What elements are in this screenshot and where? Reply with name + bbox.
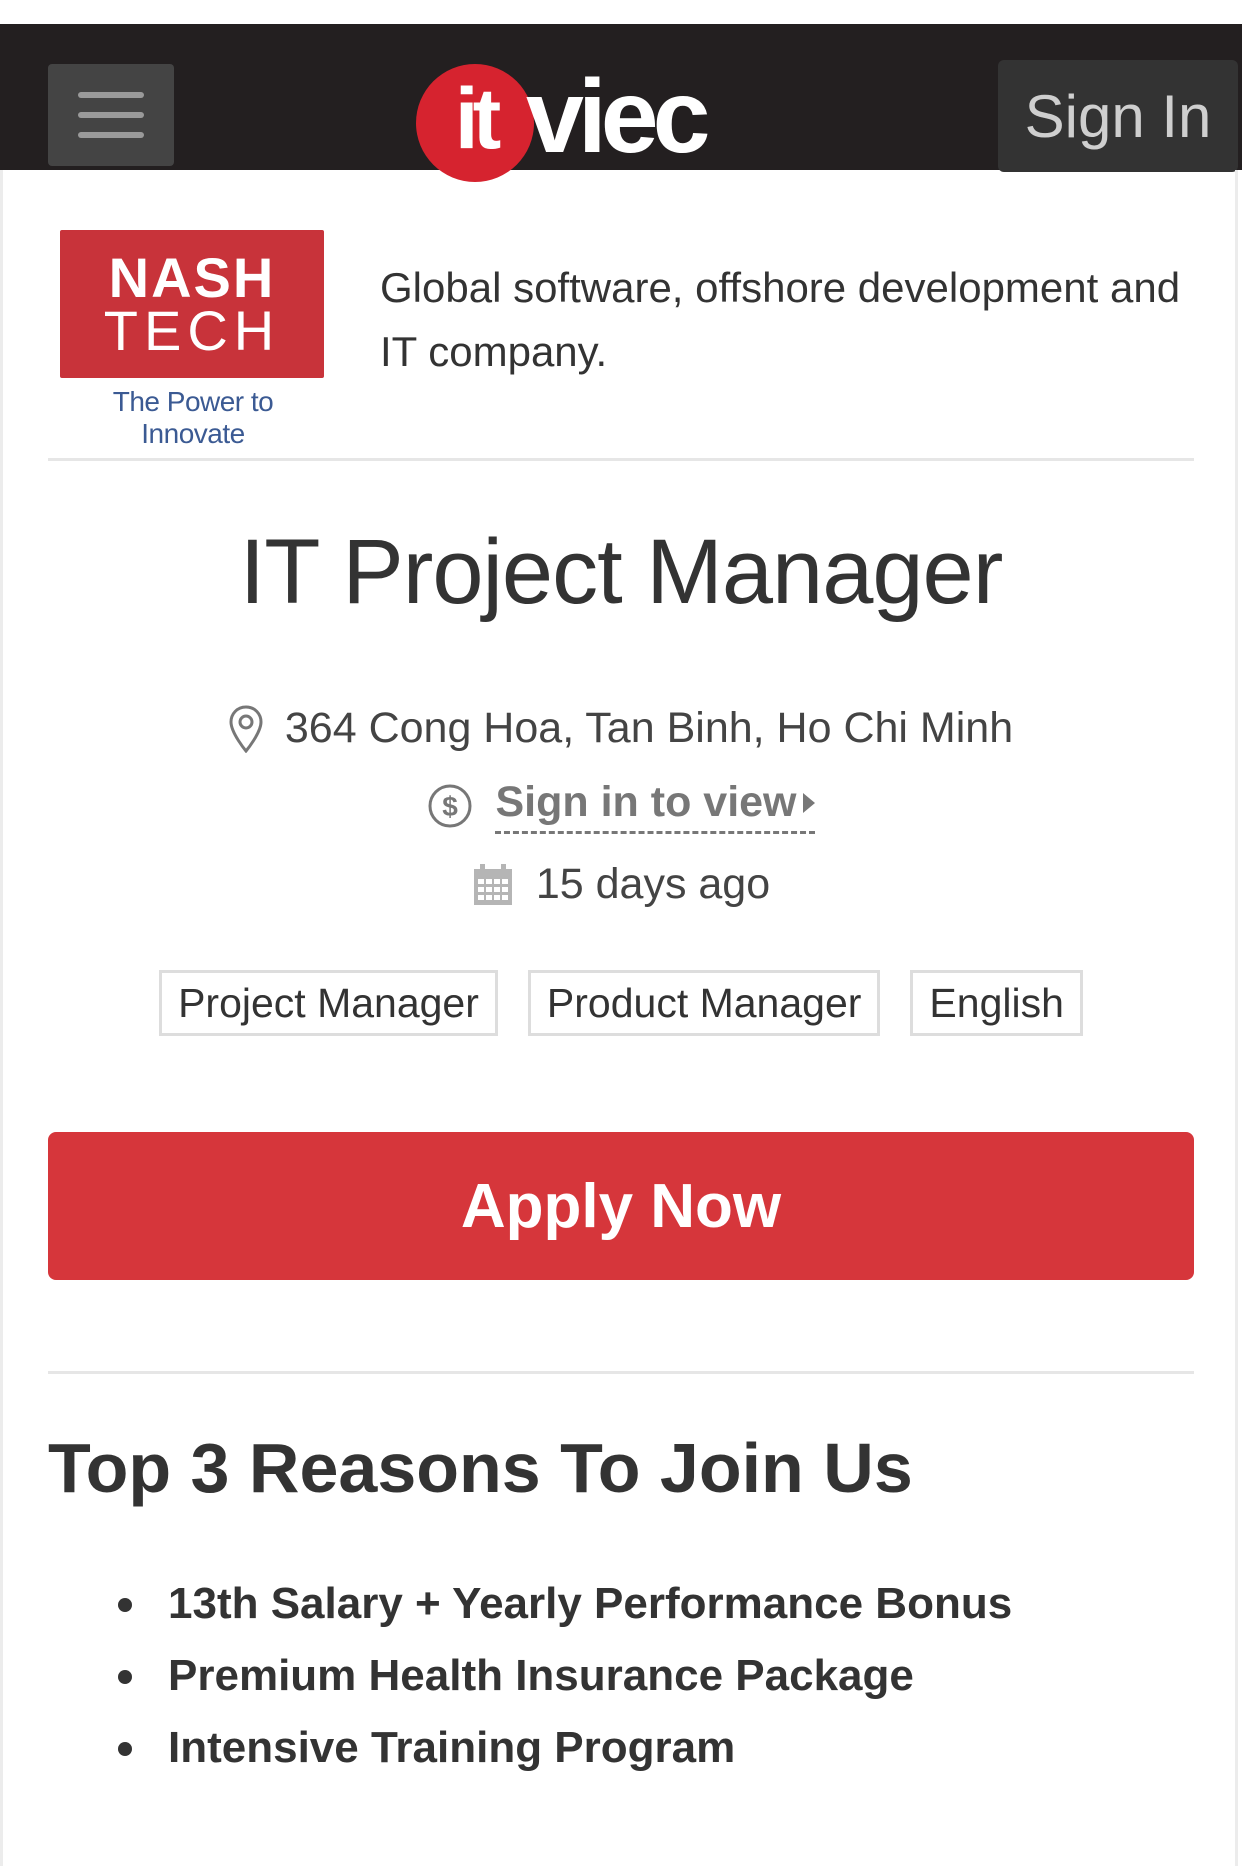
reason-item: 13th Salary + Yearly Performance Bonus	[48, 1568, 1148, 1640]
calendar-icon	[472, 863, 514, 907]
dollar-circle-icon: $	[427, 783, 473, 829]
job-address-row: 364 Cong Hoa, Tan Binh, Ho Chi Minh	[0, 704, 1242, 753]
job-salary-row: $ Sign in to view	[0, 778, 1242, 834]
menu-bar-icon	[78, 92, 144, 98]
logo-viec-text: viec	[526, 59, 710, 175]
reason-text: Intensive Training Program	[168, 1723, 736, 1772]
bullet-icon	[118, 1670, 132, 1684]
sign-in-button[interactable]: Sign In	[998, 60, 1238, 172]
skill-tag[interactable]: Product Manager	[527, 970, 881, 1036]
job-skill-tags: Project Manager Product Manager English	[0, 970, 1242, 1036]
skill-tag[interactable]: English	[910, 970, 1083, 1036]
bullet-icon	[118, 1742, 132, 1756]
top-navbar: it viec Sign In	[0, 24, 1242, 182]
company-logo-line2: TECH	[103, 299, 281, 362]
sign-in-to-view-salary-link[interactable]: Sign in to view	[495, 778, 815, 834]
divider	[48, 458, 1194, 461]
salary-link-label: Sign in to view	[495, 778, 797, 826]
reason-item: Intensive Training Program	[48, 1712, 1148, 1784]
company-logo-box: NASH TECH	[60, 230, 324, 378]
job-posted-time: 15 days ago	[535, 860, 771, 908]
apply-now-button[interactable]: Apply Now	[48, 1132, 1194, 1280]
job-posted-row: 15 days ago	[0, 860, 1242, 909]
company-logo[interactable]: NASH TECH The Power to Innovate	[60, 230, 326, 449]
job-address: 364 Cong Hoa, Tan Binh, Ho Chi Minh	[284, 704, 1014, 752]
menu-bar-icon	[78, 132, 144, 138]
reason-text: 13th Salary + Yearly Performance Bonus	[168, 1579, 1013, 1628]
caret-right-icon	[802, 792, 815, 813]
divider	[48, 1371, 1194, 1374]
bullet-icon	[118, 1598, 132, 1612]
reasons-list: 13th Salary + Yearly Performance Bonus P…	[48, 1568, 1148, 1784]
company-description: Global software, offshore development an…	[380, 264, 1181, 375]
location-pin-icon	[229, 704, 263, 753]
job-title: IT Project Manager	[239, 521, 1004, 623]
reasons-heading: Top 3 Reasons To Join Us	[48, 1429, 913, 1507]
reason-item: Premium Health Insurance Package	[48, 1640, 1148, 1712]
skill-tag[interactable]: Project Manager	[159, 970, 498, 1036]
menu-bar-icon	[78, 112, 144, 118]
hamburger-menu-button[interactable]	[48, 64, 174, 166]
svg-text:$: $	[443, 791, 459, 822]
company-logo-line1: NASH	[108, 245, 276, 309]
itviec-logo[interactable]: it viec	[416, 58, 756, 188]
logo-it-text: it	[454, 70, 501, 167]
company-logo-tagline: The Power to Innovate	[112, 386, 274, 449]
reason-text: Premium Health Insurance Package	[168, 1651, 914, 1700]
status-bar-area	[0, 0, 1242, 24]
logo-it-circle: it	[416, 64, 534, 182]
